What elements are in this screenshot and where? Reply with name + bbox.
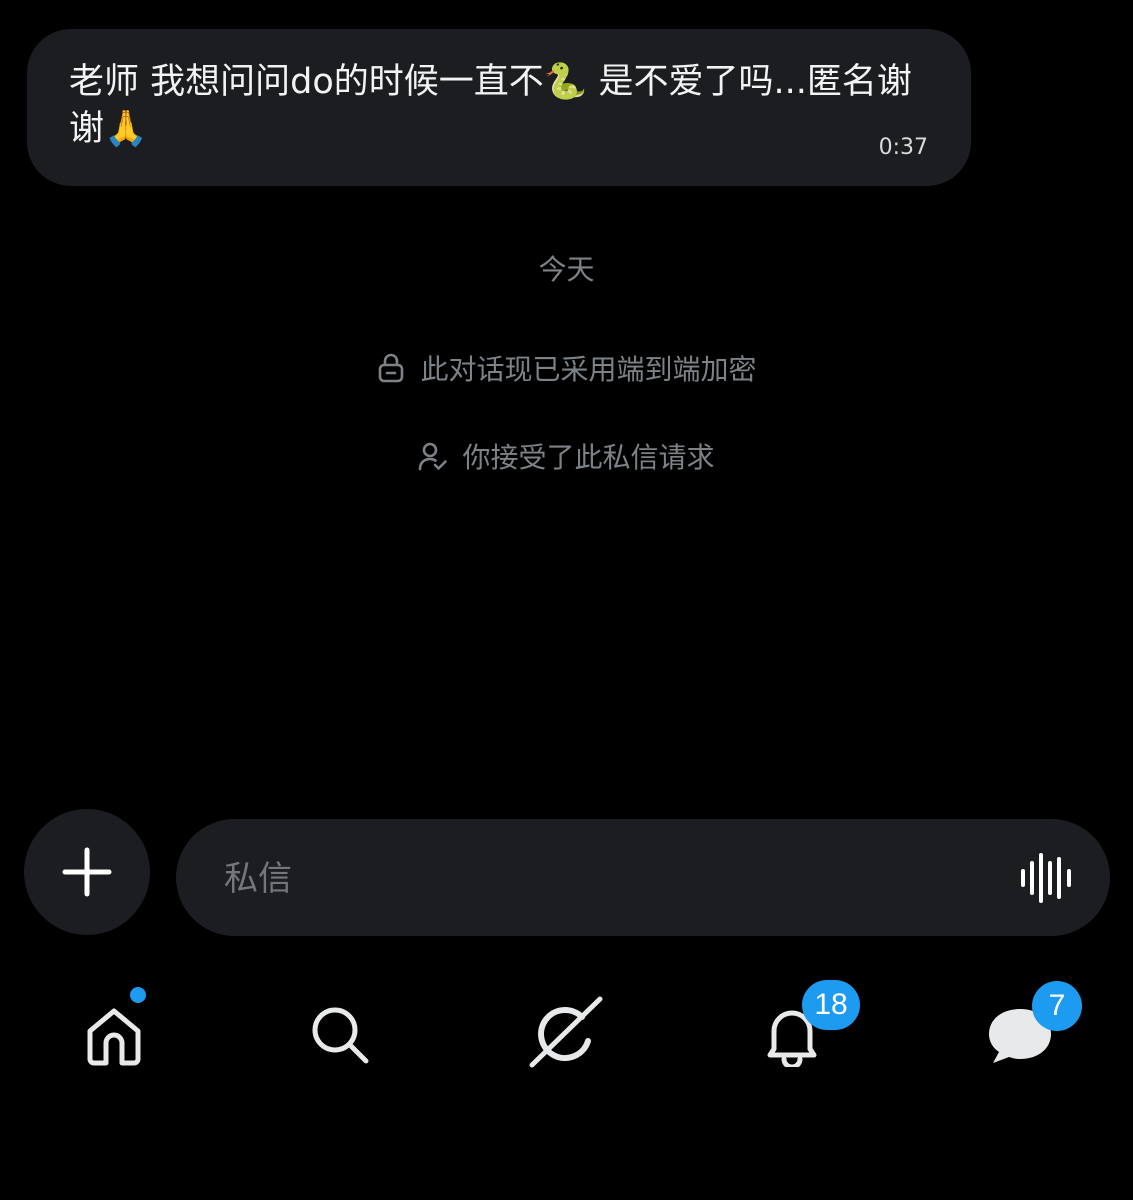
home-icon — [87, 1008, 141, 1066]
nav-grok[interactable] — [526, 995, 606, 1075]
search-icon — [312, 1007, 369, 1064]
nav-messages[interactable]: 7 — [980, 981, 1082, 1075]
person-check-icon — [418, 441, 448, 471]
notifications-badge: 18 — [802, 980, 860, 1030]
add-attachment-button[interactable] — [24, 809, 150, 935]
home-unread-dot — [130, 987, 146, 1003]
message-input[interactable] — [222, 819, 986, 938]
messages-badge: 7 — [1032, 981, 1082, 1031]
plus-icon — [62, 847, 112, 897]
request-accepted-notice: 你接受了此私信请求 — [0, 436, 1133, 476]
waveform-icon — [1021, 853, 1071, 903]
date-separator: 今天 — [0, 248, 1133, 288]
request-accepted-text: 你接受了此私信请求 — [462, 441, 715, 474]
nav-search[interactable] — [300, 995, 380, 1075]
message-timestamp: 0:37 — [878, 135, 928, 160]
lock-icon — [376, 353, 406, 383]
date-label: 今天 — [538, 253, 595, 286]
message-text: 老师 我想问问do的时候一直不🐍 是不爱了吗...匿名谢谢🙏 — [69, 62, 912, 149]
encryption-notice: 此对话现已采用端到端加密 — [0, 348, 1133, 388]
encryption-notice-text: 此对话现已采用端到端加密 — [420, 353, 757, 386]
nav-notifications[interactable]: 18 — [752, 980, 860, 1075]
grok-icon — [529, 996, 603, 1068]
nav-home[interactable] — [74, 987, 154, 1075]
message-composer — [176, 819, 1110, 938]
voice-message-button[interactable] — [1018, 849, 1076, 907]
message-bubble[interactable]: 老师 我想问问do的时候一直不🐍 是不爱了吗...匿名谢谢🙏 0:37 — [27, 29, 971, 186]
